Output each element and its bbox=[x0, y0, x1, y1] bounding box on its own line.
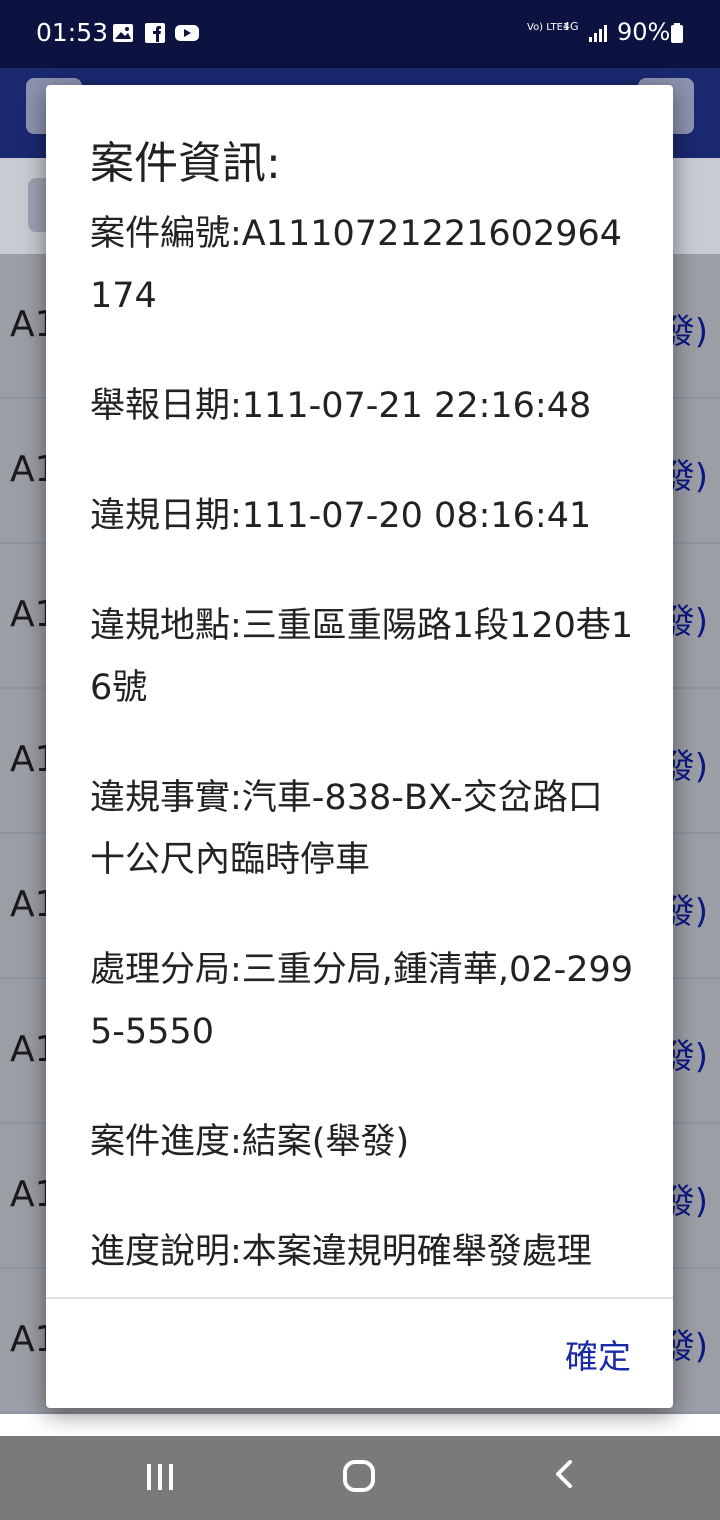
navigation-bar bbox=[0, 1436, 720, 1520]
dialog-divider bbox=[46, 1297, 673, 1299]
dialog-title: 案件資訊: bbox=[90, 138, 281, 189]
handling-branch-field: 處理分局:三重分局,鍾清華,02-2995-5550 bbox=[90, 950, 634, 1052]
report-date-field: 舉報日期:111-07-21 22:16:48 bbox=[90, 386, 592, 426]
progress-description-field: 進度說明:本案違規明確舉發處理 bbox=[90, 1232, 592, 1272]
case-number-field: 案件編號:A1110721221602964174 bbox=[90, 214, 623, 316]
back-icon[interactable] bbox=[552, 1460, 580, 1488]
case-info-dialog: 案件資訊: 案件編號:A1110721221602964174 舉報日期:111… bbox=[46, 85, 673, 1408]
recents-icon[interactable] bbox=[145, 1458, 177, 1496]
ok-button[interactable]: 確定 bbox=[565, 1330, 631, 1378]
violation-location-field: 違規地點:三重區重陽路1段120巷16號 bbox=[90, 606, 634, 708]
home-button-icon[interactable] bbox=[343, 1460, 375, 1492]
violation-fact-field: 違規事實:汽車-838-BX-交岔路口十公尺內臨時停車 bbox=[90, 778, 603, 880]
violation-date-field: 違規日期:111-07-20 08:16:41 bbox=[90, 496, 592, 536]
case-progress-field: 案件進度:結案(舉發) bbox=[90, 1122, 410, 1162]
dialog-content[interactable]: 案件編號:A1110721221602964174 舉報日期:111-07-21… bbox=[90, 203, 635, 1298]
